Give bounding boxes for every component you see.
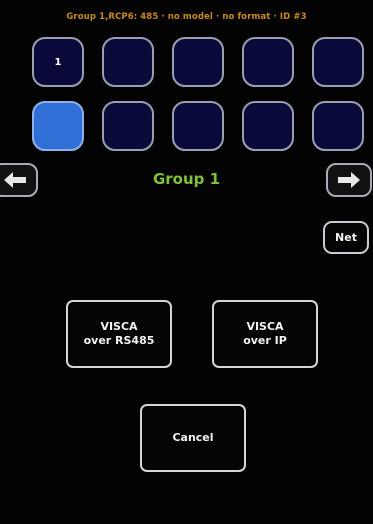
camera-slot-9[interactable] [242, 101, 294, 151]
camera-setup-screen: Group 1,RCP6: 485 · no model · no format… [0, 0, 373, 524]
camera-slot-4[interactable] [242, 37, 294, 87]
cancel-button-label: Cancel [172, 431, 214, 444]
status-header: Group 1,RCP6: 485 · no model · no format… [66, 12, 307, 22]
visca-ip-line2: over IP [243, 334, 287, 347]
arrow-right-icon [338, 172, 360, 188]
visca-ip-button[interactable]: VISCA over IP [212, 300, 318, 368]
net-button[interactable]: Net [323, 221, 369, 254]
visca-rs485-line2: over RS485 [83, 334, 155, 347]
net-button-label: Net [335, 231, 357, 244]
camera-slot-1[interactable]: 1 [32, 37, 84, 87]
camera-slot-10[interactable] [312, 101, 364, 151]
visca-rs485-line1: VISCA [100, 320, 138, 333]
camera-slot-8[interactable] [172, 101, 224, 151]
visca-rs485-button[interactable]: VISCA over RS485 [66, 300, 172, 368]
next-group-button[interactable] [326, 163, 372, 197]
camera-slot-5[interactable] [312, 37, 364, 87]
camera-slot-6[interactable] [32, 101, 84, 151]
visca-ip-line1: VISCA [246, 320, 284, 333]
camera-slot-3[interactable] [172, 37, 224, 87]
camera-slot-7[interactable] [102, 101, 154, 151]
group-name: Group 1 [152, 170, 221, 188]
cancel-button[interactable]: Cancel [140, 404, 246, 472]
camera-slot-2[interactable] [102, 37, 154, 87]
